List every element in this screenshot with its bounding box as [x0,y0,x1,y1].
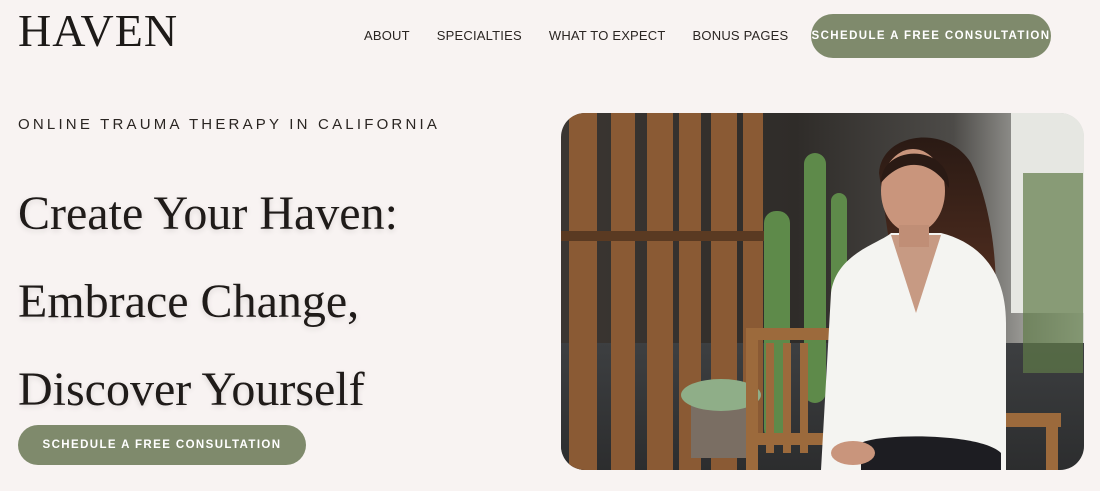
schedule-consultation-button-hero[interactable]: SCHEDULE A FREE CONSULTATION [18,425,306,465]
hero-eyebrow: ONLINE TRAUMA THERAPY IN CALIFORNIA [18,116,441,133]
headline-line-3: Discover Yourself [18,363,365,416]
hero-photo [561,113,1084,470]
headline-line-1: Create Your Haven: [18,187,398,240]
nav-specialties[interactable]: SPECIALTIES [437,28,522,43]
hero-headline: Create Your Haven: Embrace Change, Disco… [18,170,398,434]
logo[interactable]: HAVEN [18,4,178,57]
main-nav: ABOUT SPECIALTIES WHAT TO EXPECT BONUS P… [364,28,788,43]
headline-line-2: Embrace Change, [18,275,360,328]
nav-bonus-pages[interactable]: BONUS PAGES [693,28,789,43]
nav-about[interactable]: ABOUT [364,28,410,43]
schedule-consultation-button-header[interactable]: SCHEDULE A FREE CONSULTATION [811,14,1051,58]
nav-what-to-expect[interactable]: WHAT TO EXPECT [549,28,666,43]
